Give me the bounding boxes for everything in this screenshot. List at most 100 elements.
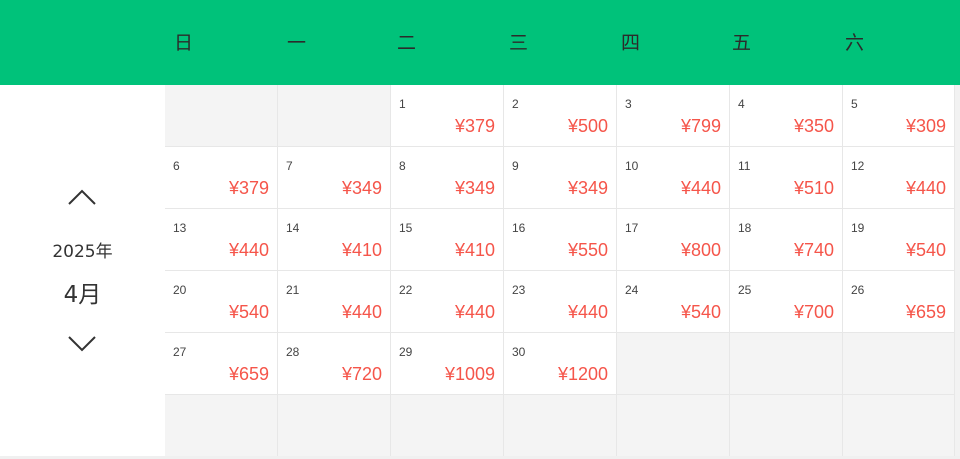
day-price: ¥440 — [680, 178, 721, 198]
day-cell[interactable]: 25 ¥700 — [730, 271, 843, 333]
empty-day-cell — [165, 395, 278, 457]
day-cell[interactable]: 17 ¥800 — [617, 209, 730, 271]
day-price: ¥349 — [454, 178, 495, 198]
day-number: 16 — [512, 221, 526, 235]
weekday-fri: 五 — [732, 32, 752, 54]
day-price: ¥740 — [793, 240, 834, 260]
day-cell[interactable]: 6 ¥379 — [165, 147, 278, 209]
day-price: ¥349 — [341, 178, 382, 198]
weekday-header: 日 一 二 三 四 五 六 — [0, 0, 960, 85]
month-label: 4月 — [63, 282, 102, 308]
empty-day-cell — [730, 395, 843, 457]
day-cell[interactable]: 14 ¥410 — [278, 209, 391, 271]
empty-day-cell — [730, 333, 843, 395]
day-number: 22 — [399, 283, 413, 297]
day-price: ¥540 — [228, 302, 269, 322]
empty-day-cell — [278, 85, 391, 147]
day-price: ¥540 — [905, 240, 946, 260]
day-cell[interactable]: 15 ¥410 — [391, 209, 504, 271]
day-price: ¥440 — [905, 178, 946, 198]
empty-day-cell — [391, 395, 504, 457]
day-number: 19 — [851, 221, 865, 235]
day-number: 24 — [625, 283, 639, 297]
weekday-sat: 六 — [845, 32, 865, 54]
day-price: ¥440 — [454, 302, 495, 322]
day-number: 13 — [173, 221, 187, 235]
day-cell[interactable]: 29 ¥1009 — [391, 333, 504, 395]
day-price: ¥349 — [567, 178, 608, 198]
day-price: ¥440 — [567, 302, 608, 322]
weekday-thu: 四 — [621, 32, 641, 54]
day-price: ¥410 — [454, 240, 495, 260]
month-navigator: 2025年 4月 — [0, 85, 165, 459]
day-number: 11 — [738, 159, 751, 173]
day-price: ¥350 — [793, 116, 834, 136]
empty-day-cell — [278, 395, 391, 457]
day-price: ¥659 — [228, 364, 269, 384]
day-cell[interactable]: 20 ¥540 — [165, 271, 278, 333]
day-cell[interactable]: 1 ¥379 — [391, 85, 504, 147]
empty-day-cell — [617, 333, 730, 395]
chevron-down-icon — [68, 336, 96, 352]
day-number: 29 — [399, 345, 413, 359]
day-cell[interactable]: 10 ¥440 — [617, 147, 730, 209]
day-price: ¥800 — [680, 240, 721, 260]
prev-month-button[interactable] — [61, 182, 103, 212]
day-number: 25 — [738, 283, 752, 297]
day-price: ¥1200 — [557, 364, 608, 384]
weekday-sun: 日 — [174, 32, 194, 54]
next-month-button[interactable] — [61, 329, 103, 359]
day-number: 12 — [851, 159, 865, 173]
day-number: 27 — [173, 345, 187, 359]
year-label: 2025年 — [52, 242, 113, 262]
day-number: 30 — [512, 345, 526, 359]
weekday-mon: 一 — [287, 32, 307, 54]
day-price: ¥410 — [341, 240, 382, 260]
right-edge — [955, 85, 960, 459]
day-number: 26 — [851, 283, 865, 297]
day-price: ¥700 — [793, 302, 834, 322]
day-cell[interactable]: 28 ¥720 — [278, 333, 391, 395]
empty-day-cell — [617, 395, 730, 457]
day-cell[interactable]: 19 ¥540 — [843, 209, 955, 271]
day-price: ¥379 — [454, 116, 495, 136]
day-price: ¥440 — [228, 240, 269, 260]
day-cell[interactable]: 5 ¥309 — [843, 85, 955, 147]
day-price: ¥720 — [341, 364, 382, 384]
day-cell[interactable]: 22 ¥440 — [391, 271, 504, 333]
day-number: 8 — [399, 159, 406, 173]
day-cell[interactable]: 18 ¥740 — [730, 209, 843, 271]
day-cell[interactable]: 13 ¥440 — [165, 209, 278, 271]
day-cell[interactable]: 30 ¥1200 — [504, 333, 617, 395]
day-cell[interactable]: 27 ¥659 — [165, 333, 278, 395]
day-price: ¥309 — [905, 116, 946, 136]
empty-day-cell — [165, 85, 278, 147]
day-price: ¥510 — [793, 178, 834, 198]
day-number: 2 — [512, 97, 519, 111]
day-cell[interactable]: 3 ¥799 — [617, 85, 730, 147]
day-cell[interactable]: 2 ¥500 — [504, 85, 617, 147]
day-cell[interactable]: 7 ¥349 — [278, 147, 391, 209]
empty-day-cell — [843, 395, 955, 457]
day-number: 3 — [625, 97, 632, 111]
day-cell[interactable]: 12 ¥440 — [843, 147, 955, 209]
day-number: 5 — [851, 97, 858, 111]
day-number: 28 — [286, 345, 300, 359]
day-cell[interactable]: 23 ¥440 — [504, 271, 617, 333]
day-price: ¥379 — [228, 178, 269, 198]
weekday-wed: 三 — [509, 32, 529, 54]
day-cell[interactable]: 9 ¥349 — [504, 147, 617, 209]
day-cell[interactable]: 24 ¥540 — [617, 271, 730, 333]
day-number: 17 — [625, 221, 639, 235]
weekday-tue: 二 — [397, 32, 417, 54]
day-cell[interactable]: 11 ¥510 — [730, 147, 843, 209]
day-cell[interactable]: 26 ¥659 — [843, 271, 955, 333]
day-number: 23 — [512, 283, 526, 297]
day-cell[interactable]: 8 ¥349 — [391, 147, 504, 209]
day-cell[interactable]: 4 ¥350 — [730, 85, 843, 147]
day-cell[interactable]: 21 ¥440 — [278, 271, 391, 333]
day-number: 21 — [286, 283, 300, 297]
day-cell[interactable]: 16 ¥550 — [504, 209, 617, 271]
day-price: ¥799 — [680, 116, 721, 136]
day-price: ¥500 — [567, 116, 608, 136]
